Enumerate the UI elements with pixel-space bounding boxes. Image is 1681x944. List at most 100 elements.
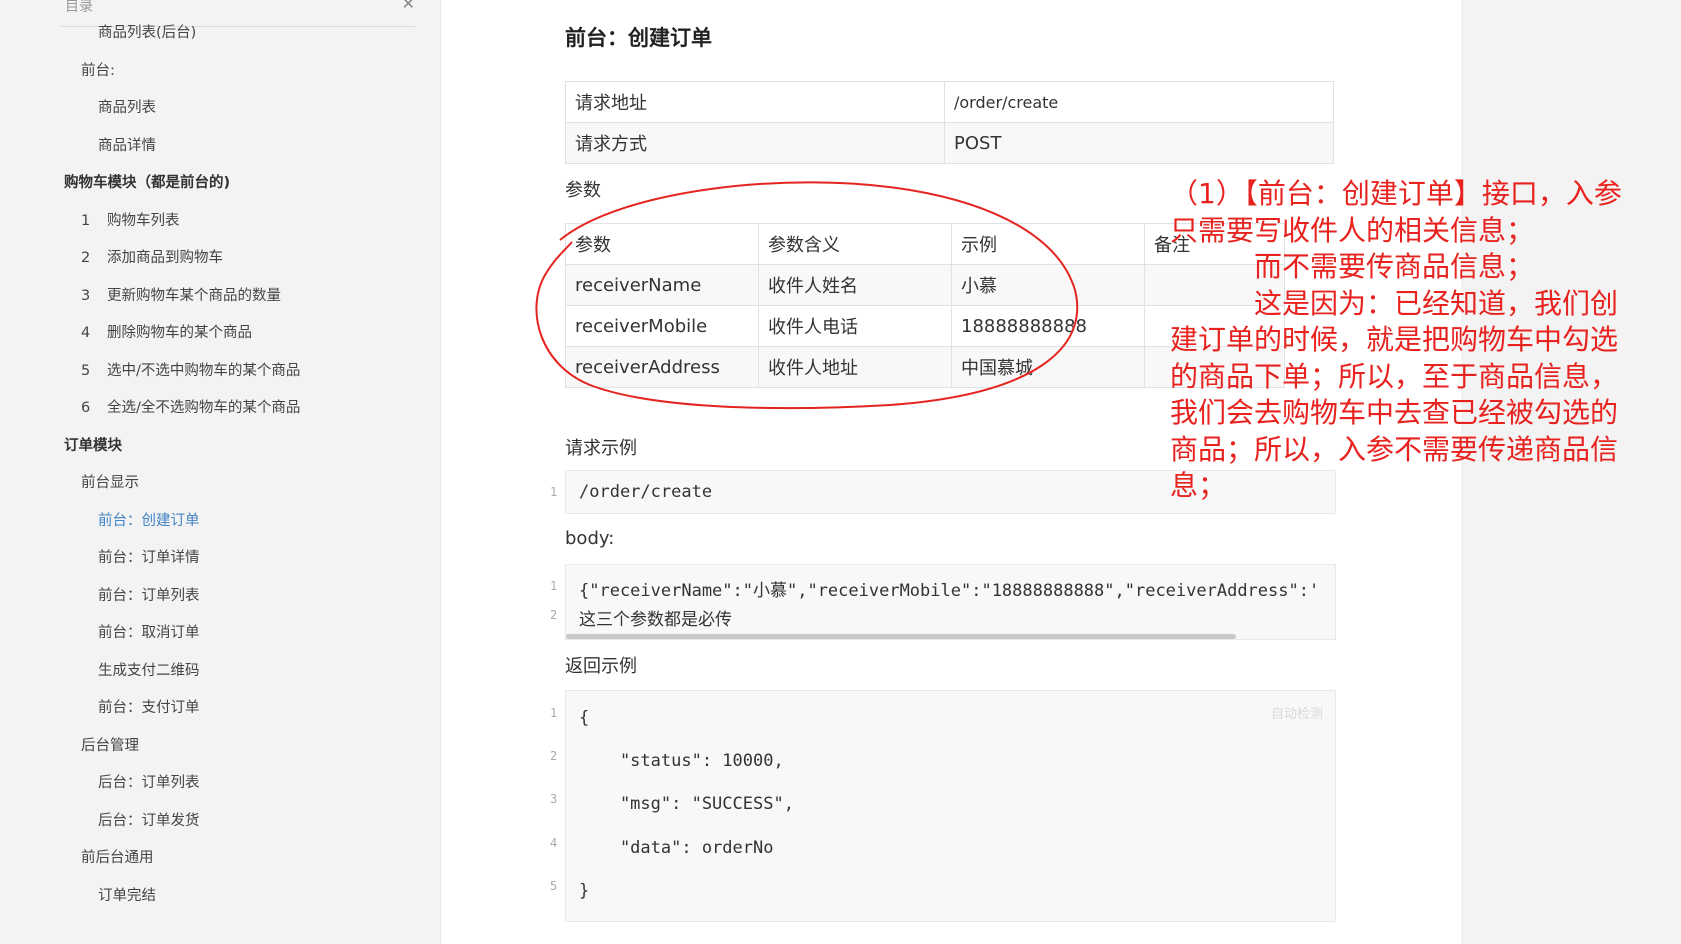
code-line: 这三个参数都是必传 [579,610,732,630]
toc-item[interactable]: 5 选中/不选中购物车的某个商品 [81,359,300,380]
code-line: "msg": "SUCCESS", [579,794,794,814]
toc-item-label: 生成支付二维码 [98,662,200,679]
toc-item-number: 4 [81,325,91,341]
table-row: 请求地址 /order/create [565,81,1334,123]
toc-item-label: 选中/不选中购物车的某个商品 [107,362,301,379]
toc-item[interactable]: 购物车模块（都是前台的) [64,171,230,192]
toc-item-label: 商品列表(后台) [98,25,197,41]
annotation-line: 而不需要传商品信息； [1170,250,1535,283]
return-example-label: 返回示例 [565,656,637,677]
toc-item[interactable]: 前台：订单详情 [98,546,200,567]
toc-item[interactable]: 3 更新购物车某个商品的数量 [81,284,281,305]
annotation-line: （1）【前台：创建订单】接口，入参 [1170,177,1622,210]
toc-item-label: 前台：订单详情 [98,550,200,566]
toc-item[interactable]: 前台：订单列表 [98,584,200,605]
toc-item-number: 2 [81,250,91,266]
circle-stroke [535,181,1079,410]
red-circle-annotation [535,181,1079,410]
body-code[interactable]: 1 {"receiverName":"小慕","receiverMobile":… [550,564,1336,640]
toc-item[interactable]: 前台：取消订单 [98,621,200,642]
toc-item[interactable]: 生成支付二维码 [98,659,200,680]
annotation-line: 商品；所以，入参不需要传递商品信 [1170,432,1619,466]
red-text-annotation: （1）【前台：创建订单】接口，入参 只需要写收件人的相关信息； 而不需要传商品信… [1170,176,1670,505]
toc-item-label: 前台：支付订单 [98,700,200,716]
toc-item-label: 商品详情 [98,137,156,154]
code-line: "data": orderNo [579,838,774,858]
toc-item[interactable]: 后台：订单发货 [98,809,200,830]
annotation-line: 这是因为：已经知道，我们创 [1170,286,1619,320]
language-select[interactable]: 自动检测 [1271,703,1323,722]
code-line: "status": 10000, [579,751,784,771]
page-title: 前台：创建订单 [565,26,712,50]
toc-item-label: 商品列表 [98,100,156,116]
toc-item[interactable]: 后台：订单列表 [98,771,200,792]
toc-item-number: 5 [81,362,91,379]
annotation-line: 的商品下单；所以，至于商品信息， [1170,359,1619,393]
toc-item-label: 全选/全不选购物车的某个商品 [107,400,301,416]
toc-item-label: 订单模块 [64,437,122,454]
toc-item[interactable]: 前后台通用 [81,846,154,867]
toc-item[interactable]: 6 全选/全不选购物车的某个商品 [81,396,300,417]
table-cell: 请求地址 [565,81,945,123]
toc-sidebar: 目录 ✕ 商品列表(后台) 前台: 商品列表商品详情购物车模块（都是前台的) 1 购物车… [0,0,441,944]
toc-title: 目录 [65,0,93,15]
toc-item[interactable]: 订单模块 [64,434,122,455]
line-number: 2 [550,608,558,622]
toc-item-label: 购物车模块（都是前台的) [64,175,231,191]
line-number: 1 [550,485,558,499]
line-number: 4 [550,836,558,850]
toc-item-label: 前台：创建订单 [98,512,200,529]
annotation-line: 只需要写收件人的相关信息； [1170,213,1535,247]
annotation-line: 我们会去购物车中去查已经被勾选的 [1170,396,1619,429]
toc-item-label: 后台管理 [81,737,139,754]
table-cell: 请求方式 [565,122,945,164]
request-info-table: 请求地址 /order/create 请求方式 POST [565,81,1334,164]
toc-item[interactable]: 前台: [81,59,115,80]
toc-item-label: 删除购物车的某个商品 [107,325,252,341]
toc-item-label: 订单完结 [98,887,156,904]
toc-item[interactable]: 商品详情 [98,134,156,155]
toc-item-label: 添加商品到购物车 [107,250,223,266]
toc-item-label: 前台：取消订单 [98,625,200,641]
toc-item[interactable]: 商品列表 [98,96,156,117]
toc-item[interactable]: 2 添加商品到购物车 [81,246,223,267]
annotation-line: 息； [1170,469,1227,502]
table-cell: POST [944,122,1334,164]
body-label: body: [565,528,615,549]
toc-item-label: 后台：订单列表 [98,775,200,791]
toc-item[interactable]: 4 删除购物车的某个商品 [81,321,252,342]
toc-item-label: 前台: [81,62,115,79]
annotation-line: 建订单的时候，就是把购物车中勾选 [1170,323,1619,356]
toc-item[interactable]: 订单完结 [98,884,156,905]
toc-item-number: 3 [81,287,91,304]
toc-item-number: 6 [81,400,91,416]
toc-item-number: 1 [81,212,91,229]
return-example-code[interactable]: 自动检测 1 { 2 "status": 10000, 3 "msg": "SU… [550,690,1336,922]
table-row: 请求方式 POST [565,122,1334,164]
line-number: 1 [550,706,558,720]
close-icon[interactable]: ✕ [402,0,415,13]
toc-item[interactable]: 前台：支付订单 [98,696,200,717]
code-line: } [579,881,590,901]
toc-item-label: 购物车列表 [107,212,180,229]
toc-item[interactable]: 1 购物车列表 [81,209,180,230]
toc-item[interactable]: 商品列表(后台) [98,21,196,42]
toc-item[interactable]: 后台管理 [81,734,139,755]
toc-item-label: 后台：订单发货 [98,812,200,829]
request-example-label: 请求示例 [565,438,637,459]
code-line: { [579,708,590,728]
line-number: 2 [550,749,558,763]
toc-item[interactable]: 前台显示 [81,471,139,492]
horizontal-scrollbar[interactable] [566,634,1236,639]
toc-item-label: 前台显示 [81,475,139,491]
toc-item-label: 前后台通用 [81,850,154,866]
code-line: /order/create [579,482,713,502]
code-line: {"receiverName":"小慕","receiverMobile":"1… [579,581,1320,601]
toc-item-label: 更新购物车某个商品的数量 [107,287,281,304]
toc-item[interactable]: 前台：创建订单 [98,509,200,530]
line-number: 3 [550,792,558,806]
table-cell: /order/create [944,81,1334,123]
line-number: 5 [550,879,558,893]
toc-item-label: 前台：订单列表 [98,587,200,604]
line-number: 1 [550,579,558,593]
